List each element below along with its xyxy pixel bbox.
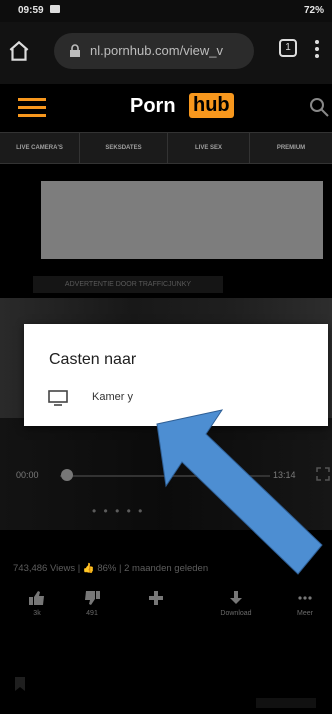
download-icon — [230, 591, 242, 604]
player-dots: • • • • • — [92, 504, 145, 518]
seek-bar[interactable] — [60, 475, 270, 477]
video-total-time: 13:14 — [273, 470, 296, 480]
browser-toolbar: nl.pornhub.com/view_v 1 — [0, 22, 332, 84]
more-label: Meer — [297, 610, 313, 617]
download-button[interactable]: Download — [211, 586, 261, 630]
ad-label: ADVERTENTIE DOOR TRAFFICJUNKY — [33, 276, 223, 293]
status-time: 09:59 — [18, 5, 44, 16]
home-icon[interactable] — [6, 38, 32, 64]
cast-dialog: Casten naar Kamer y — [24, 324, 328, 426]
thumbs-down-icon — [85, 591, 100, 605]
cast-device-name: Kamer y — [92, 391, 133, 403]
thumbs-up-icon — [29, 591, 44, 605]
search-icon[interactable] — [308, 96, 330, 118]
nav-item-live-sex[interactable]: LIVE SEX — [168, 133, 250, 163]
cast-dialog-title: Casten naar — [49, 351, 137, 368]
more-button[interactable]: Meer — [280, 586, 330, 630]
overflow-menu-icon[interactable] — [314, 38, 320, 60]
seek-handle[interactable] — [61, 469, 73, 481]
nav-item-premium[interactable]: PREMIUM — [250, 133, 332, 163]
category-nav: LIVE CAMERA'S SEKSDATES LIVE SEX PREMIUM — [0, 132, 332, 164]
like-count: 3k — [33, 610, 41, 617]
tv-icon — [48, 390, 68, 406]
more-dots-icon — [298, 596, 312, 600]
site-header: Porn hub — [0, 84, 332, 130]
video-current-time: 00:00 — [16, 470, 39, 480]
lock-icon — [70, 44, 80, 57]
dislike-button[interactable]: 491 — [67, 586, 117, 630]
plus-icon — [149, 591, 163, 605]
logo-text-part1: Porn — [130, 95, 176, 117]
bookmark-icon — [15, 677, 25, 691]
tabs-icon[interactable]: 1 — [279, 39, 297, 57]
add-to-playlist-button[interactable] — [131, 586, 181, 630]
download-label: Download — [220, 610, 252, 617]
status-battery: 72% — [303, 5, 324, 16]
fullscreen-icon[interactable] — [316, 467, 330, 481]
video-stats: 743,486 Views | 👍 86% | 2 maanden gelede… — [13, 563, 209, 574]
url-text: nl.pornhub.com/view_v — [90, 43, 223, 58]
notification-icon — [50, 5, 60, 13]
ad-banner[interactable] — [41, 181, 323, 259]
footer-strip — [256, 698, 316, 708]
status-bar: 09:59 72% — [0, 0, 332, 22]
video-actions: 3k 491 Download Meer — [0, 586, 332, 630]
nav-item-seksdates[interactable]: SEKSDATES — [80, 133, 168, 163]
hamburger-menu-icon[interactable] — [18, 96, 46, 118]
dislike-count: 491 — [86, 610, 98, 617]
cast-device-item[interactable]: Kamer y — [48, 388, 248, 408]
like-button[interactable]: 3k — [12, 586, 62, 630]
nav-item-live-cameras[interactable]: LIVE CAMERA'S — [0, 133, 80, 163]
address-bar[interactable]: nl.pornhub.com/view_v — [54, 33, 254, 69]
logo-text-part2: hub — [189, 93, 234, 118]
